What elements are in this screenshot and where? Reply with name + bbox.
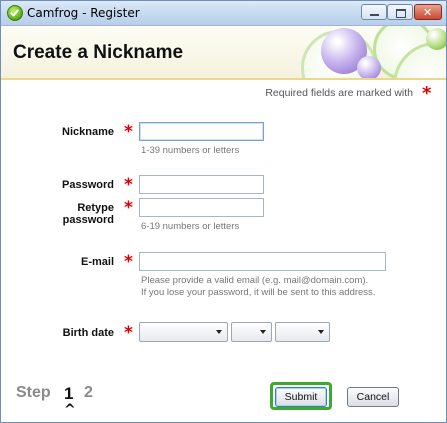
birth-year-select[interactable] [275,322,330,342]
birth-date-label: Birth date [62,327,114,339]
maximize-button[interactable] [387,4,413,20]
minimize-icon [370,14,379,16]
password-label: Password [62,179,114,191]
maximize-icon [396,9,406,18]
cancel-button[interactable]: Cancel [347,387,399,407]
required-asterisk-icon: * [124,122,133,142]
password-hint: 6-19 numbers or letters [141,221,240,232]
retype-password-input[interactable] [139,198,264,217]
email-input[interactable] [139,252,386,271]
register-window: Camfrog - Register ✕ Create a Nickname R… [0,0,447,423]
birth-month-select[interactable] [139,322,228,342]
required-fields-note: Required fields are marked with [265,87,413,99]
birth-day-select[interactable] [231,322,272,342]
minimize-button[interactable] [361,4,387,20]
camfrog-app-icon [7,5,23,21]
submit-button[interactable]: Submit [275,387,327,407]
retype-label-line1: Retype [77,202,114,214]
required-asterisk-icon: * [124,175,133,195]
close-icon: ✕ [423,6,433,19]
next-step-number: 2 [84,384,93,401]
nickname-label: Nickname [62,126,114,138]
chevron-down-icon [318,330,324,334]
title-bar[interactable]: Camfrog - Register ✕ [1,1,446,26]
required-asterisk-icon: * [124,252,133,272]
page-title: Create a Nickname [13,42,184,63]
chevron-down-icon [260,330,266,334]
retype-password-label: Retype password [1,202,114,226]
decorative-bubble [426,28,446,50]
nickname-input[interactable] [139,122,264,141]
chevron-down-icon [216,330,222,334]
close-button[interactable]: ✕ [414,4,442,20]
email-hint-line2: If you lose your password, it will be se… [141,287,376,298]
nickname-hint: 1-39 numbers or letters [141,145,240,156]
step-label: Step [16,384,51,401]
retype-label-line2: password [62,214,114,226]
decorative-bubble [357,56,381,78]
window-title: Camfrog - Register [27,6,140,20]
required-asterisk-icon: * [124,198,133,218]
current-step-number: 1 [64,384,74,403]
required-asterisk-icon: * [124,323,133,343]
header-banner: Create a Nickname [1,26,446,80]
required-asterisk-icon: * [422,83,432,104]
email-label: E-mail [80,256,114,268]
password-input[interactable] [139,175,264,194]
email-hint-line1: Please provide a valid email (e.g. mail@… [141,275,369,286]
current-step-caret-icon: ^ [64,402,76,418]
